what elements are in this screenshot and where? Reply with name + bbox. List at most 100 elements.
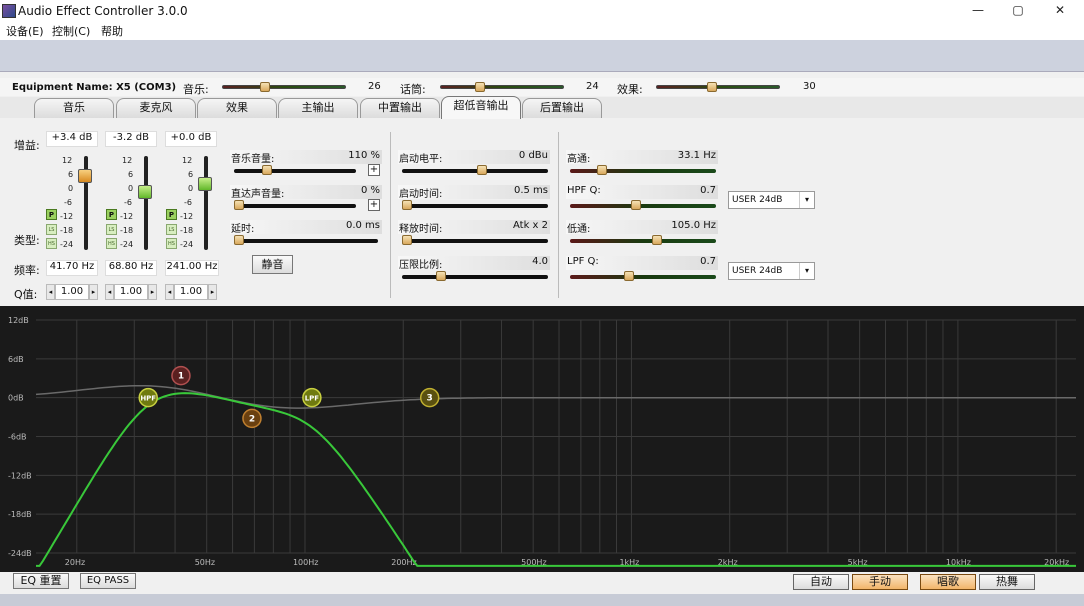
band3-type-highshelf[interactable]: HS — [166, 238, 177, 249]
band1-type-peak[interactable]: P — [46, 209, 57, 220]
band1-type-lowshelf[interactable]: LS — [46, 224, 57, 235]
menu-bar — [0, 22, 1084, 40]
lpf-slider[interactable] — [570, 235, 716, 245]
tab-effect[interactable]: 效果 — [197, 98, 277, 118]
band3-q-increase[interactable]: ▸ — [208, 284, 217, 300]
ratio-label: 压限比例: — [399, 260, 443, 271]
band1-q-increase[interactable]: ▸ — [89, 284, 98, 300]
band3-freq[interactable]: 241.00 Hz — [165, 260, 219, 276]
talk-level-slider[interactable] — [440, 82, 564, 92]
music-level-knob[interactable] — [259, 82, 270, 92]
talk-level-knob[interactable] — [474, 82, 485, 92]
close-button[interactable]: ✕ — [1050, 3, 1070, 19]
hpf-type-select[interactable]: USER 24dB ▾ — [728, 191, 815, 209]
tab-music[interactable]: 音乐 — [34, 98, 114, 118]
effect-level-slider[interactable] — [656, 82, 780, 92]
delay-knob[interactable] — [234, 235, 244, 245]
tab-microphone[interactable]: 麦克风 — [116, 98, 196, 118]
direct-volume-knob[interactable] — [234, 200, 244, 210]
hpf-q-slider[interactable] — [570, 200, 716, 210]
hpf-slider[interactable] — [570, 165, 716, 175]
menu-device[interactable]: 设备(E) — [6, 23, 44, 39]
eq-graph[interactable]: 12dB 6dB 0dB -6dB -12dB -18dB -24dB 20Hz 50Hz 100… — [0, 306, 1084, 572]
band2-type-peak[interactable]: P — [106, 209, 117, 220]
threshold-knob[interactable] — [476, 165, 487, 175]
release-knob[interactable] — [402, 235, 412, 245]
band2-gain-knob[interactable] — [138, 185, 152, 200]
lpf-type-select[interactable]: USER 24dB ▾ — [728, 262, 815, 280]
band3-q-value[interactable]: 1.00 — [174, 284, 208, 300]
menu-control[interactable]: 控制(C) — [52, 23, 90, 39]
band2-type-highshelf[interactable]: HS — [106, 238, 117, 249]
hpf-knob[interactable] — [597, 165, 608, 175]
music-volume-label: 音乐音量: — [231, 154, 275, 165]
music-volume-plus-icon[interactable]: + — [368, 164, 380, 176]
mode-dance-button[interactable]: 热舞 — [979, 574, 1035, 590]
tab-center-output[interactable]: 中置输出 — [360, 98, 440, 118]
minimize-button[interactable]: — — [968, 3, 988, 19]
band2-q-value[interactable]: 1.00 — [114, 284, 148, 300]
attack-value: 0.5 ms — [513, 185, 548, 196]
music-volume-slider[interactable] — [234, 165, 356, 175]
attack-knob[interactable] — [402, 200, 412, 210]
music-volume-value: 110 % — [348, 150, 380, 161]
lpf-q-knob[interactable] — [624, 271, 635, 281]
equipment-name: Equipment Name: X5 (COM3) — [12, 82, 177, 93]
effect-level-knob[interactable] — [707, 82, 718, 92]
band2-q-decrease[interactable]: ◂ — [105, 284, 114, 300]
y-tick-label: 12dB — [8, 316, 29, 325]
y-tick-label: -24dB — [8, 549, 32, 558]
tab-subwoofer-output[interactable]: 超低音输出 — [441, 96, 521, 119]
mode-singing-button[interactable]: 唱歌 — [920, 574, 976, 590]
band3-gain-fader[interactable] — [198, 156, 212, 250]
ratio-row: 压限比例: 4.0 — [398, 256, 550, 271]
threshold-slider[interactable] — [402, 165, 548, 175]
release-slider[interactable] — [402, 235, 548, 245]
band1-q-decrease[interactable]: ◂ — [46, 284, 55, 300]
effect-level-value: 30 — [803, 81, 816, 92]
music-volume-knob[interactable] — [262, 165, 272, 175]
direct-volume-plus-icon[interactable]: + — [368, 199, 380, 211]
maximize-button[interactable]: ▢ — [1008, 3, 1028, 19]
band2-gain: -3.2 dB — [105, 131, 157, 147]
music-level-label: 音乐: — [183, 83, 209, 96]
release-row: 释放时间: Atk x 2 — [398, 220, 550, 235]
band3-type-peak[interactable]: P — [166, 209, 177, 220]
band3-q-decrease[interactable]: ◂ — [165, 284, 174, 300]
y-tick-label: 6dB — [8, 355, 24, 364]
music-level-slider[interactable] — [222, 82, 346, 92]
gain-label: 增益: — [14, 139, 40, 152]
band3-type-lowshelf[interactable]: LS — [166, 224, 177, 235]
mode-manual-button[interactable]: 手动 — [852, 574, 908, 590]
ratio-knob[interactable] — [436, 271, 446, 281]
band1-freq[interactable]: 41.70 Hz — [46, 260, 98, 276]
band1-gain-knob[interactable] — [78, 169, 92, 184]
menu-help[interactable]: 帮助 — [101, 23, 123, 39]
eq-reset-button[interactable]: EQ 重置 — [13, 573, 69, 589]
band2-freq[interactable]: 68.80 Hz — [105, 260, 157, 276]
band1-gain-fader[interactable] — [78, 156, 92, 250]
lpf-knob[interactable] — [651, 235, 662, 245]
delay-slider[interactable] — [234, 235, 378, 245]
eq-pass-button[interactable]: EQ PASS — [80, 573, 136, 589]
music-volume-row: 音乐音量: 110 % — [230, 150, 382, 165]
band2-q-increase[interactable]: ▸ — [148, 284, 157, 300]
band2-type-lowshelf[interactable]: LS — [106, 224, 117, 235]
band1-type-highshelf[interactable]: HS — [46, 238, 57, 249]
attack-slider[interactable] — [402, 200, 548, 210]
hpf-q-knob[interactable] — [631, 200, 642, 210]
tab-main-output[interactable]: 主输出 — [278, 98, 358, 118]
direct-volume-slider[interactable] — [234, 200, 356, 210]
band1-q-value[interactable]: 1.00 — [55, 284, 89, 300]
mode-auto-button[interactable]: 自动 — [793, 574, 849, 590]
tab-rear-output[interactable]: 后置输出 — [522, 98, 602, 118]
band3-gain-knob[interactable] — [198, 177, 212, 191]
mute-button[interactable]: 静音 — [252, 255, 293, 274]
x-tick-label: 50Hz — [195, 558, 215, 567]
band2-gain-fader[interactable] — [138, 156, 152, 250]
y-tick-label: 0dB — [8, 394, 24, 403]
threshold-label: 启动电平: — [399, 154, 443, 165]
lpf-q-slider[interactable] — [570, 271, 716, 281]
ratio-slider[interactable] — [402, 271, 548, 281]
delay-label: 延时: — [231, 224, 255, 235]
